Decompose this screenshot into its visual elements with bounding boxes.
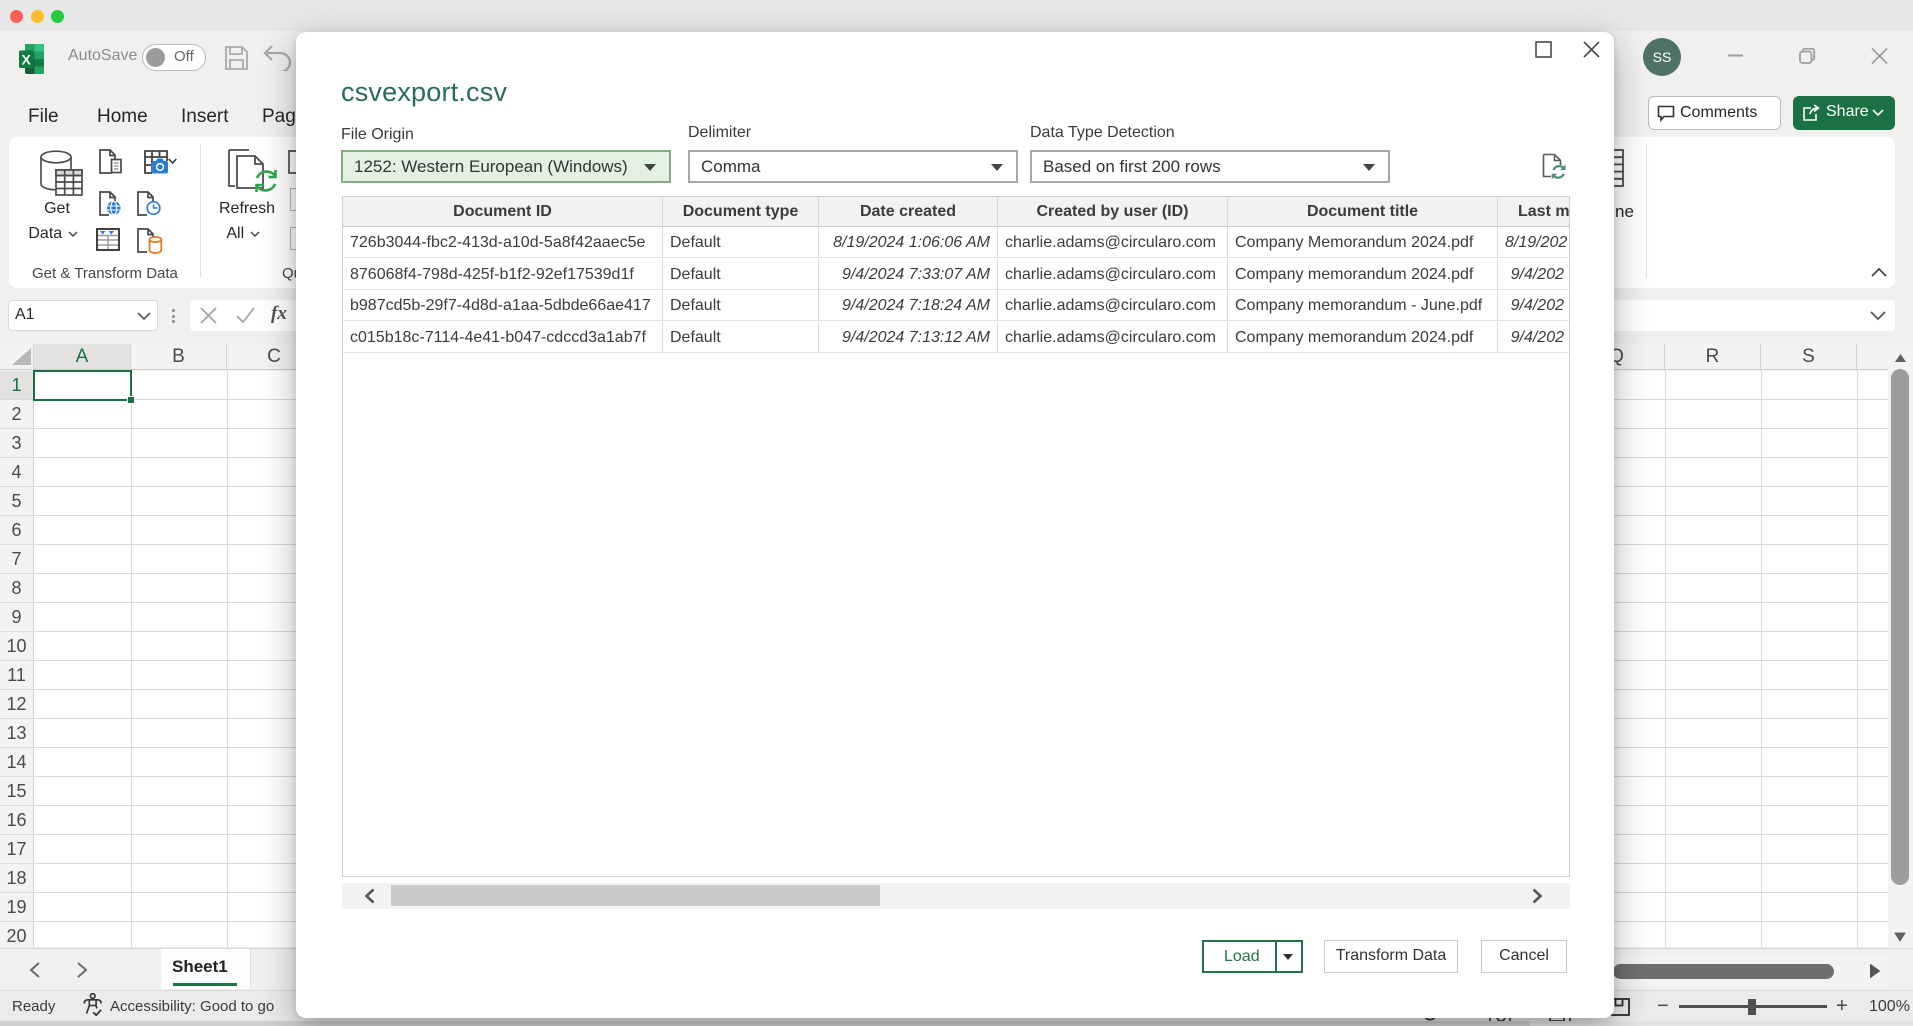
svg-text:X: X — [22, 52, 32, 68]
